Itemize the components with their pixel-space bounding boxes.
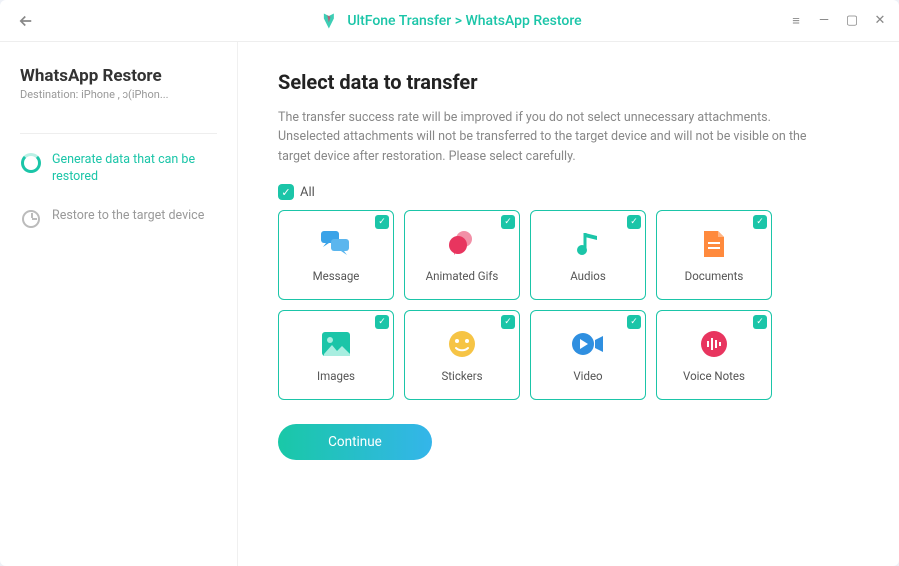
card-message[interactable]: ✓ Message bbox=[278, 210, 394, 300]
sidebar: WhatsApp Restore Destination: iPhone , ɔ… bbox=[0, 42, 238, 566]
video-icon bbox=[571, 327, 605, 361]
close-button[interactable]: ✕ bbox=[873, 14, 887, 28]
maximize-button[interactable]: ▢ bbox=[845, 14, 859, 28]
back-button[interactable] bbox=[12, 7, 40, 35]
titlebar-center: UltFone Transfer > WhatsApp Restore bbox=[317, 10, 581, 32]
card-label: Video bbox=[573, 369, 602, 383]
select-all-checkbox[interactable]: ✓ bbox=[278, 184, 294, 200]
step-label: Generate data that can be restored bbox=[52, 152, 217, 186]
card-animated-gifs[interactable]: ✓ Animated Gifs bbox=[404, 210, 520, 300]
breadcrumb: UltFone Transfer > WhatsApp Restore bbox=[347, 13, 581, 29]
check-icon: ✓ bbox=[375, 215, 389, 229]
card-label: Animated Gifs bbox=[426, 269, 499, 283]
card-documents[interactable]: ✓ Documents bbox=[656, 210, 772, 300]
sidebar-title: WhatsApp Restore bbox=[20, 66, 217, 86]
check-icon: ✓ bbox=[753, 215, 767, 229]
step-generate-data: Generate data that can be restored bbox=[20, 152, 217, 186]
card-label: Message bbox=[313, 269, 360, 283]
check-icon: ✓ bbox=[627, 215, 641, 229]
minimize-button[interactable]: — bbox=[817, 14, 831, 28]
card-audios[interactable]: ✓ Audios bbox=[530, 210, 646, 300]
step-label: Restore to the target device bbox=[52, 208, 204, 225]
spinner-icon bbox=[20, 152, 42, 174]
card-label: Audios bbox=[570, 269, 606, 283]
card-voice-notes[interactable]: ✓ Voice Notes bbox=[656, 310, 772, 400]
check-icon: ✓ bbox=[627, 315, 641, 329]
audios-icon bbox=[571, 227, 605, 261]
card-label: Stickers bbox=[441, 369, 482, 383]
window-controls: ≡ — ▢ ✕ bbox=[789, 14, 887, 28]
check-icon: ✓ bbox=[501, 215, 515, 229]
message-icon bbox=[319, 227, 353, 261]
voice-notes-icon bbox=[697, 327, 731, 361]
app-window: UltFone Transfer > WhatsApp Restore ≡ — … bbox=[0, 0, 899, 566]
stickers-icon bbox=[445, 327, 479, 361]
card-label: Documents bbox=[685, 269, 744, 283]
select-all-label: All bbox=[300, 185, 315, 200]
card-stickers[interactable]: ✓ Stickers bbox=[404, 310, 520, 400]
select-all-row[interactable]: ✓ All bbox=[278, 184, 859, 200]
check-icon: ✓ bbox=[375, 315, 389, 329]
card-video[interactable]: ✓ Video bbox=[530, 310, 646, 400]
images-icon bbox=[319, 327, 353, 361]
titlebar: UltFone Transfer > WhatsApp Restore ≡ — … bbox=[0, 0, 899, 42]
step-restore-device: Restore to the target device bbox=[20, 208, 217, 230]
card-label: Voice Notes bbox=[683, 369, 745, 383]
continue-button[interactable]: Continue bbox=[278, 424, 432, 460]
documents-icon bbox=[697, 227, 731, 261]
menu-button[interactable]: ≡ bbox=[789, 14, 803, 28]
page-description: The transfer success rate will be improv… bbox=[278, 108, 818, 166]
card-label: Images bbox=[317, 369, 355, 383]
card-images[interactable]: ✓ Images bbox=[278, 310, 394, 400]
check-icon: ✓ bbox=[753, 315, 767, 329]
clock-icon bbox=[20, 208, 42, 230]
check-icon: ✓ bbox=[501, 315, 515, 329]
divider bbox=[20, 133, 217, 134]
app-logo-icon bbox=[317, 10, 339, 32]
data-type-grid: ✓ Message ✓ Animated Gifs ✓ bbox=[278, 210, 859, 400]
page-title: Select data to transfer bbox=[278, 70, 859, 94]
sidebar-subtitle: Destination: iPhone , ɔ(iPhon... bbox=[20, 88, 217, 101]
gifs-icon bbox=[445, 227, 479, 261]
body: WhatsApp Restore Destination: iPhone , ɔ… bbox=[0, 42, 899, 566]
main-panel: Select data to transfer The transfer suc… bbox=[238, 42, 899, 566]
